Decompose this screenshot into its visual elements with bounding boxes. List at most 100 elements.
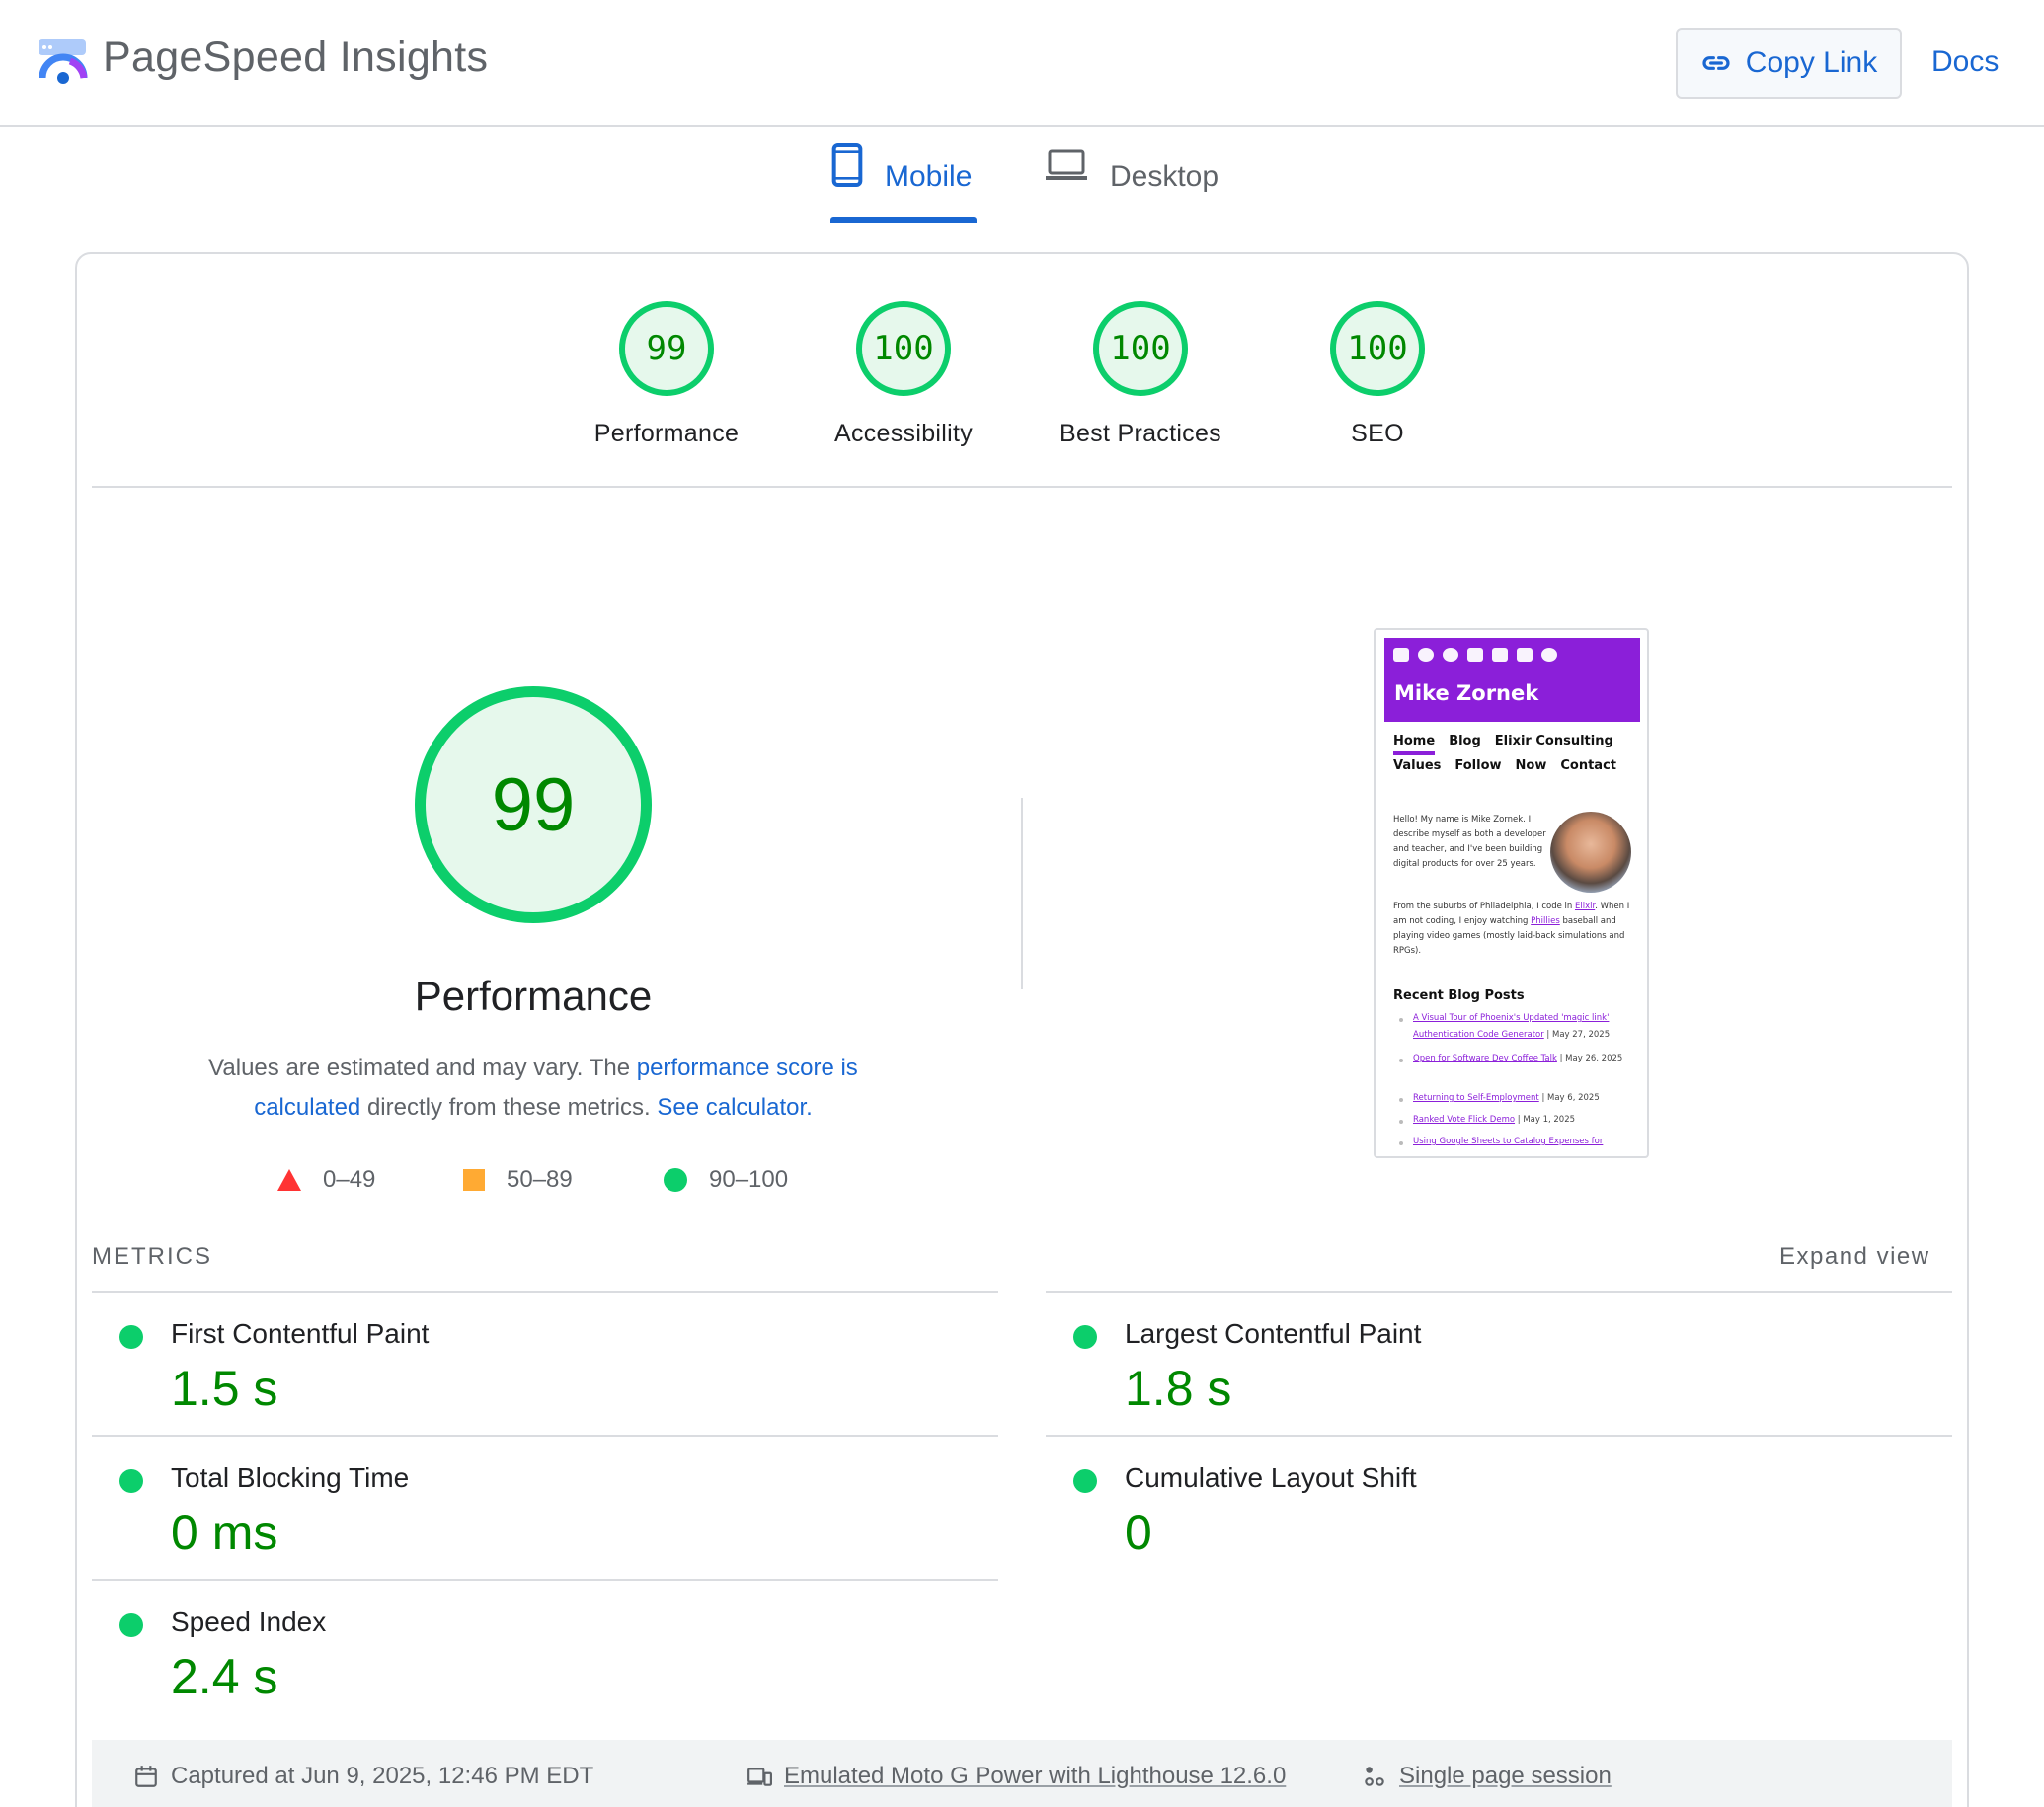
- captured-at-text: Captured at Jun 9, 2025, 12:46 PM EDT: [171, 1763, 594, 1789]
- top-header: PageSpeed Insights Copy Link Docs: [0, 0, 2044, 127]
- site-nav-item: Elixir Consulting: [1494, 734, 1613, 748]
- metric-fcp: First Contentful Paint 1.5 s: [92, 1310, 981, 1449]
- post-title: Open for Software Dev Coffee Talk: [1413, 1054, 1557, 1063]
- app-title: PageSpeed Insights: [103, 34, 489, 81]
- performance-score-gauge: 99: [415, 686, 652, 923]
- gauge-performance[interactable]: 99: [619, 301, 714, 396]
- list-bullet: [1399, 1120, 1403, 1124]
- vertical-divider: [1021, 798, 1023, 989]
- gauge-label-seo: SEO: [1351, 420, 1404, 447]
- pass-dot-icon: [1073, 1325, 1097, 1349]
- gauge-label-best-practices: Best Practices: [1060, 420, 1221, 447]
- list-item: Using Google Sheets to Catalog Expenses …: [1413, 1134, 1635, 1150]
- bluesky-icon: [1467, 648, 1483, 662]
- post-title: Returning to Self-Employment: [1413, 1093, 1539, 1103]
- github-icon: [1418, 648, 1434, 662]
- metric-label: Total Blocking Time: [171, 1462, 410, 1493]
- para-text: From the suburbs of Philadelphia, I code…: [1393, 902, 1575, 911]
- pass-dot-icon: [119, 1469, 143, 1493]
- metric-label: Speed Index: [171, 1607, 327, 1637]
- site-hero-banner: Mike Zornek: [1384, 638, 1640, 722]
- list-item: Open for Software Dev Coffee Talk | May …: [1413, 1051, 1635, 1067]
- legend-average-range: 50–89: [507, 1166, 573, 1193]
- device-info[interactable]: Emulated Moto G Power with Lighthouse 12…: [747, 1763, 1286, 1790]
- post-date: | May 1, 2025: [1515, 1115, 1576, 1125]
- site-nav-row-2: Values Follow Now Contact: [1393, 758, 1616, 773]
- list-bullet: [1399, 1059, 1403, 1062]
- tab-desktop-label: Desktop: [1110, 160, 1219, 193]
- metric-speed-index: Speed Index 2.4 s: [92, 1599, 981, 1737]
- laptop-icon: [1046, 149, 1087, 180]
- gauge-best-practices[interactable]: 100: [1093, 301, 1188, 396]
- metric-value: 1.5 s: [171, 1361, 278, 1416]
- desc-text-2: directly from these metrics.: [360, 1094, 658, 1121]
- phillies-link: Phillies: [1531, 916, 1560, 926]
- active-tab-indicator: [830, 217, 977, 223]
- mastodon-icon: [1443, 648, 1458, 662]
- metric-label: Cumulative Layout Shift: [1125, 1462, 1417, 1493]
- captured-at: Captured at Jun 9, 2025, 12:46 PM EDT: [133, 1763, 593, 1790]
- session-icon: [1365, 1767, 1384, 1786]
- search-icon: [1541, 648, 1557, 662]
- copy-link-label: Copy Link: [1745, 46, 1878, 79]
- legend-average: 50–89: [463, 1166, 573, 1194]
- metric-value: 2.4 s: [171, 1649, 278, 1704]
- site-nav-row-1: Home Blog Elixir Consulting: [1393, 734, 1613, 748]
- gauge-accessibility[interactable]: 100: [856, 301, 951, 396]
- youtube-icon: [1393, 648, 1409, 662]
- metric-divider: [92, 1291, 998, 1293]
- metric-divider: [1046, 1435, 1952, 1437]
- legend-fail: 0–49: [277, 1166, 375, 1194]
- avatar: [1550, 812, 1631, 893]
- session-info[interactable]: Single page session: [1362, 1763, 1612, 1790]
- performance-description: Values are estimated and may vary. The p…: [178, 1049, 889, 1128]
- site-intro: Hello! My name is Mike Zornek. I describ…: [1393, 815, 1546, 869]
- gauge-seo[interactable]: 100: [1330, 301, 1425, 396]
- metrics-heading: METRICS: [92, 1243, 212, 1270]
- pagespeed-logo-icon[interactable]: [37, 37, 90, 90]
- site-paragraph: From the suburbs of Philadelphia, I code…: [1393, 900, 1635, 959]
- social-icons: [1393, 648, 1557, 662]
- post-title: Ranked Vote Flick Demo: [1413, 1115, 1516, 1125]
- site-nav-item: Values: [1393, 758, 1442, 773]
- link-icon: [1702, 56, 1730, 70]
- metric-divider: [92, 1435, 998, 1437]
- copy-link-button[interactable]: Copy Link: [1676, 28, 1902, 99]
- final-screenshot[interactable]: Mike Zornek Home Blog Elixir Consulting …: [1374, 628, 1649, 1158]
- metric-divider: [1046, 1291, 1952, 1293]
- metric-cls: Cumulative Layout Shift 0: [1046, 1454, 1934, 1593]
- session-info-text: Single page session: [1399, 1763, 1612, 1789]
- calendar-icon: [1492, 648, 1508, 662]
- post-date: | May 26, 2025: [1556, 1054, 1623, 1063]
- expand-view-button[interactable]: Expand view: [1779, 1243, 1930, 1271]
- metric-lcp: Largest Contentful Paint 1.8 s: [1046, 1310, 1934, 1449]
- metric-label: First Contentful Paint: [171, 1318, 430, 1349]
- metric-label: Largest Contentful Paint: [1125, 1318, 1422, 1349]
- legend-fail-range: 0–49: [323, 1166, 376, 1193]
- docs-link[interactable]: Docs: [1931, 45, 1999, 79]
- metric-value: 0 ms: [171, 1505, 278, 1560]
- mail-icon: [1517, 648, 1533, 662]
- devices-icon: [747, 1768, 772, 1786]
- gauge-label-performance: Performance: [593, 420, 740, 447]
- pass-dot-icon: [119, 1325, 143, 1349]
- tab-desktop[interactable]: Desktop: [1045, 148, 1219, 223]
- gauge-label-accessibility: Accessibility: [833, 420, 974, 447]
- recent-posts-heading: Recent Blog Posts: [1393, 988, 1525, 1003]
- legend-pass-range: 90–100: [709, 1166, 789, 1193]
- post-title: Using Google Sheets to Catalog Expenses …: [1413, 1137, 1604, 1146]
- site-name: Mike Zornek: [1394, 681, 1539, 705]
- post-date: | May 6, 2025: [1538, 1093, 1600, 1103]
- site-nav-item: Home: [1393, 734, 1436, 748]
- site-nav-item: Blog: [1449, 734, 1481, 748]
- tab-mobile-label: Mobile: [885, 160, 973, 193]
- divider: [92, 486, 1952, 488]
- site-nav-active-bar: [1393, 751, 1435, 755]
- list-bullet: [1399, 1141, 1403, 1145]
- triangle-icon: [277, 1169, 301, 1191]
- tab-mobile[interactable]: Mobile: [831, 143, 973, 223]
- metric-tbt: Total Blocking Time 0 ms: [92, 1454, 981, 1593]
- see-calculator-link[interactable]: See calculator.: [657, 1094, 812, 1121]
- metric-value: 1.8 s: [1125, 1361, 1232, 1416]
- circle-icon: [664, 1168, 687, 1192]
